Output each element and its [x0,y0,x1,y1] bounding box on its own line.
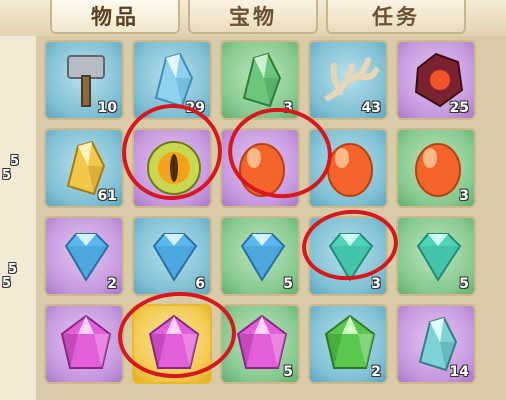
inventory-slot[interactable]: 6 [132,216,212,296]
inventory-slot[interactable] [308,128,388,208]
inventory-slot[interactable] [220,128,300,208]
item-count: 5 [283,276,293,292]
inventory-slot[interactable]: 10 [44,40,124,120]
item-count: 43 [361,100,381,116]
orange-gem-icon [318,136,382,200]
item-count: 3 [371,276,381,292]
item-count: 14 [449,364,469,380]
item-count: 2 [107,276,117,292]
item-count: 3 [459,188,469,204]
item-count: 3 [283,100,293,116]
item-count: 5 [283,364,293,380]
item-count: 10 [97,100,117,116]
inventory-slot[interactable]: 25 [396,40,476,120]
item-count: 61 [97,188,117,204]
orange-gem-icon [230,136,294,200]
inventory-slot[interactable]: 2 [308,304,388,384]
tab-treasures[interactable]: 宝物 [188,0,318,34]
item-count: 29 [185,100,205,116]
tab-items[interactable]: 物品 [50,0,180,34]
inventory-slot[interactable]: 2 [44,216,124,296]
side-count: 5 [10,154,20,169]
item-count: 2 [371,364,381,380]
inventory-slot[interactable]: 29 [132,40,212,120]
inventory-slot[interactable]: 5 [396,216,476,296]
inventory-slot[interactable] [132,304,212,384]
inventory-slot[interactable]: 5 [220,216,300,296]
item-count: 6 [195,276,205,292]
inventory-slot[interactable]: 3 [308,216,388,296]
item-count: 5 [459,276,469,292]
inventory-slot[interactable]: 5 [220,304,300,384]
side-count: 5 [8,262,18,277]
tab-quests[interactable]: 任务 [326,0,466,34]
inventory-slot[interactable]: 43 [308,40,388,120]
side-count: 5 [2,276,12,291]
inventory-slot[interactable] [44,304,124,384]
golden-orb-icon [142,136,206,200]
inventory-slot[interactable]: 3 [220,40,300,120]
pink-crystal-icon [54,312,118,376]
tab-bar: 物品 宝物 任务 [0,0,506,36]
inventory-slot[interactable] [132,128,212,208]
item-count: 25 [449,100,469,116]
inventory-slot[interactable]: 14 [396,304,476,384]
inventory-slot[interactable]: 61 [44,128,124,208]
inventory-slot[interactable]: 3 [396,128,476,208]
side-count: 5 [2,168,12,183]
side-panel: 5 5 5 5 [0,36,36,400]
pink-crystal-icon [142,312,206,376]
